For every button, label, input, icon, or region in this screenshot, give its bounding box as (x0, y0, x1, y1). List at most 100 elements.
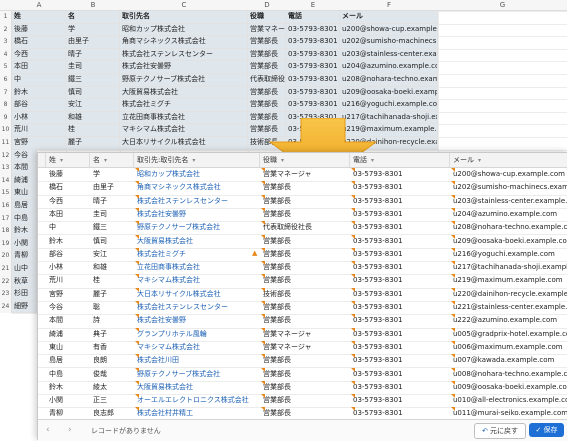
account-link[interactable]: オーエルエレクトロニクス株式会社 (134, 394, 260, 407)
panel-cell[interactable]: u209@oosaka-boeki.example.com (450, 235, 567, 248)
panel-cell[interactable]: 鐵三 (90, 221, 134, 234)
sheet-cell[interactable]: u209@oosaka-boeki.example.com (340, 86, 438, 100)
panel-cell[interactable]: 03-5793-8301 (350, 368, 450, 381)
panel-row[interactable]: 小林 和雄 立花田商事株式会社 営業部長 03-5793-8301 u217@tachih… (38, 261, 567, 276)
panel-cell[interactable]: 03-5793-8301 (350, 301, 450, 314)
account-link[interactable]: 株式会社ミグチ (134, 248, 260, 261)
row-header[interactable]: 16 (0, 200, 12, 213)
panel-cell[interactable]: 中 (46, 221, 90, 234)
panel-column-header[interactable]: メール ▾ (450, 153, 567, 167)
sheet-cell[interactable]: 03-5793-8301 (286, 48, 340, 62)
sheet-cell[interactable]: 東山 (12, 187, 37, 200)
panel-cell[interactable]: 本田 (46, 208, 90, 221)
sheet-cell[interactable]: 山中 (12, 263, 37, 276)
header-cell[interactable]: 取引先名 (120, 11, 248, 24)
panel-cell[interactable]: u219@maximum.example.com (450, 274, 567, 287)
panel-cell[interactable]: 03-5793-8301 (350, 195, 450, 208)
panel-cell[interactable]: u005@gradprix-hotel.example.com (450, 328, 567, 341)
panel-row[interactable]: 橋石 由里子 角商マシネックス株式会社 営業部長 03-5793-8301 u202@su… (38, 181, 567, 196)
panel-row[interactable]: 本田 圭司 株式会社安曇野 営業部長 03-5793-8301 u204@azumino.… (38, 207, 567, 223)
sheet-cell[interactable]: 立花田商事株式会社 (120, 111, 248, 125)
sheet-cell[interactable]: 橋石 (12, 36, 66, 49)
row-header[interactable]: 13 (0, 162, 12, 175)
sheet-cell[interactable]: u202@sumisho-machinecs.example.com (340, 36, 438, 49)
panel-cell[interactable]: u200@showa-cup.example.com (450, 168, 567, 181)
sheet-cell[interactable]: 中島 (12, 212, 37, 226)
panel-cell[interactable]: 03-5793-8301 (350, 354, 450, 367)
panel-cell[interactable]: 営業部長 (260, 235, 350, 248)
sheet-cell[interactable]: マキシマム株式会社 (120, 124, 248, 137)
sheet-cell[interactable]: 今谷 (12, 149, 37, 163)
panel-cell[interactable]: 和雄 (90, 261, 134, 274)
chevron-down-icon[interactable]: ▾ (281, 157, 284, 164)
sheet-cell[interactable]: 小林 (12, 111, 66, 125)
sheet-cell[interactable]: 綺浦 (12, 174, 37, 188)
row-header[interactable]: 4 (0, 48, 12, 62)
panel-cell[interactable]: 良朗 (90, 354, 134, 367)
panel-cell[interactable]: 有香 (90, 341, 134, 354)
panel-cell[interactable]: 詩 (90, 314, 134, 327)
row-header[interactable]: 24 (0, 300, 12, 314)
panel-cell[interactable]: 03-5793-8301 (350, 208, 450, 221)
column-header-F[interactable]: F (340, 0, 438, 11)
panel-cell[interactable]: 宮野 (46, 288, 90, 301)
panel-row[interactable]: 荒川桂マキシマム株式会社 営業部長 03-5793-8301 u219@maximum… (38, 274, 567, 289)
sheet-cell[interactable]: 03-5793-8301 (286, 36, 340, 49)
panel-cell[interactable]: 営業部長 (260, 195, 350, 208)
row-header[interactable]: 21 (0, 263, 12, 276)
panel-cell[interactable]: 03-5793-8301 (350, 288, 450, 301)
account-link[interactable]: 大日本リサイクル株式会社 (134, 288, 260, 301)
panel-cell[interactable]: 今谷 (46, 301, 90, 314)
panel-row[interactable]: 鈴木 綾太 大阪貿易株式会社 営業部長 03-5793-8301 u009@oosaka-… (38, 380, 567, 396)
panel-cell[interactable]: 03-5793-8301 (350, 381, 450, 394)
panel-cell[interactable]: u203@stainless-center.example.com (450, 195, 567, 208)
panel-column-header[interactable]: 名 ▾ (90, 153, 134, 167)
panel-cell[interactable]: 技術部長 (260, 288, 350, 301)
panel-cell[interactable]: 営業部長 (260, 301, 350, 314)
sheet-cell[interactable]: 大日本リサイクル株式会社 (120, 137, 248, 150)
sheet-cell[interactable]: 営業マネージャ (248, 23, 286, 37)
sheet-cell[interactable]: 大阪貿易株式会社 (120, 86, 248, 100)
panel-cell[interactable]: 営業部長 (260, 368, 350, 381)
sheet-cell[interactable]: 株式会社ミグチ (120, 99, 248, 112)
panel-cell[interactable]: 03-5793-8301 (350, 328, 450, 341)
panel-cell[interactable]: 綾太 (90, 381, 134, 394)
panel-row[interactable]: 島居 良朗 株式会社川田 営業部長 03-5793-8301 u007@kawada.ex… (38, 354, 567, 369)
sheet-cell[interactable]: 学 (66, 23, 120, 37)
sheet-cell[interactable]: 部谷 (12, 99, 66, 112)
panel-cell[interactable]: u220@dainihon-recycle.example.com (450, 288, 567, 301)
panel-cell[interactable]: 綺浦 (46, 328, 90, 341)
panel-column-header[interactable]: 姓 ▾ (46, 153, 90, 167)
row-header[interactable]: 23 (0, 288, 12, 301)
panel-cell[interactable]: 営業部長 (260, 394, 350, 407)
sheet-cell[interactable]: 後藤 (12, 23, 66, 37)
row-header[interactable]: 17 (0, 212, 12, 226)
sheet-cell[interactable]: 株式会社安曇野 (120, 61, 248, 74)
select-all-checkbox[interactable] (38, 153, 46, 167)
panel-row[interactable]: 本間詩株式会社安曇野 営業部長 03-5793-8301 u222@azumino.e… (38, 314, 567, 329)
panel-cell[interactable]: 営業マネージャ (260, 341, 350, 354)
panel-cell[interactable]: 営業部長 (260, 314, 350, 327)
sheet-cell[interactable]: 島居 (12, 200, 37, 213)
row-header[interactable]: 7 (0, 86, 12, 100)
panel-row[interactable]: 後藤学昭和カップ株式会社 営業マネージャ 03-5793-8301 u200@show… (38, 168, 567, 183)
panel-cell[interactable]: 典子 (90, 328, 134, 341)
header-cell[interactable]: メール (340, 11, 438, 24)
panel-cell[interactable]: 俊哉 (90, 368, 134, 381)
sheet-cell[interactable]: 鐵三 (66, 74, 120, 87)
sheet-cell[interactable]: 杉田 (12, 288, 37, 301)
panel-row[interactable]: 鈴木 慎司 大阪貿易株式会社 営業部長 03-5793-8301 u209@oosaka-… (38, 234, 567, 249)
panel-row[interactable]: 小関 正三 オーエルエレクトロニクス株式会社 営業部長 03-5793-8301 u010… (38, 394, 567, 409)
panel-cell[interactable]: 03-5793-8301 (350, 261, 450, 274)
panel-cell[interactable]: 正三 (90, 394, 134, 407)
panel-cell[interactable]: 03-5793-8301 (350, 248, 450, 261)
sheet-cell[interactable]: 営業部長 (248, 36, 286, 49)
panel-cell[interactable]: 慎司 (90, 235, 134, 248)
panel-cell[interactable]: 東山 (46, 341, 90, 354)
row-header[interactable]: 9 (0, 111, 12, 125)
panel-cell[interactable]: 本間 (46, 314, 90, 327)
column-header-C[interactable]: C (120, 0, 248, 11)
sheet-cell[interactable]: u208@nohara-techno.example.com (340, 74, 438, 87)
row-header[interactable]: 8 (0, 99, 12, 112)
account-link[interactable]: 株式会社ステンレスセンター (134, 195, 260, 208)
